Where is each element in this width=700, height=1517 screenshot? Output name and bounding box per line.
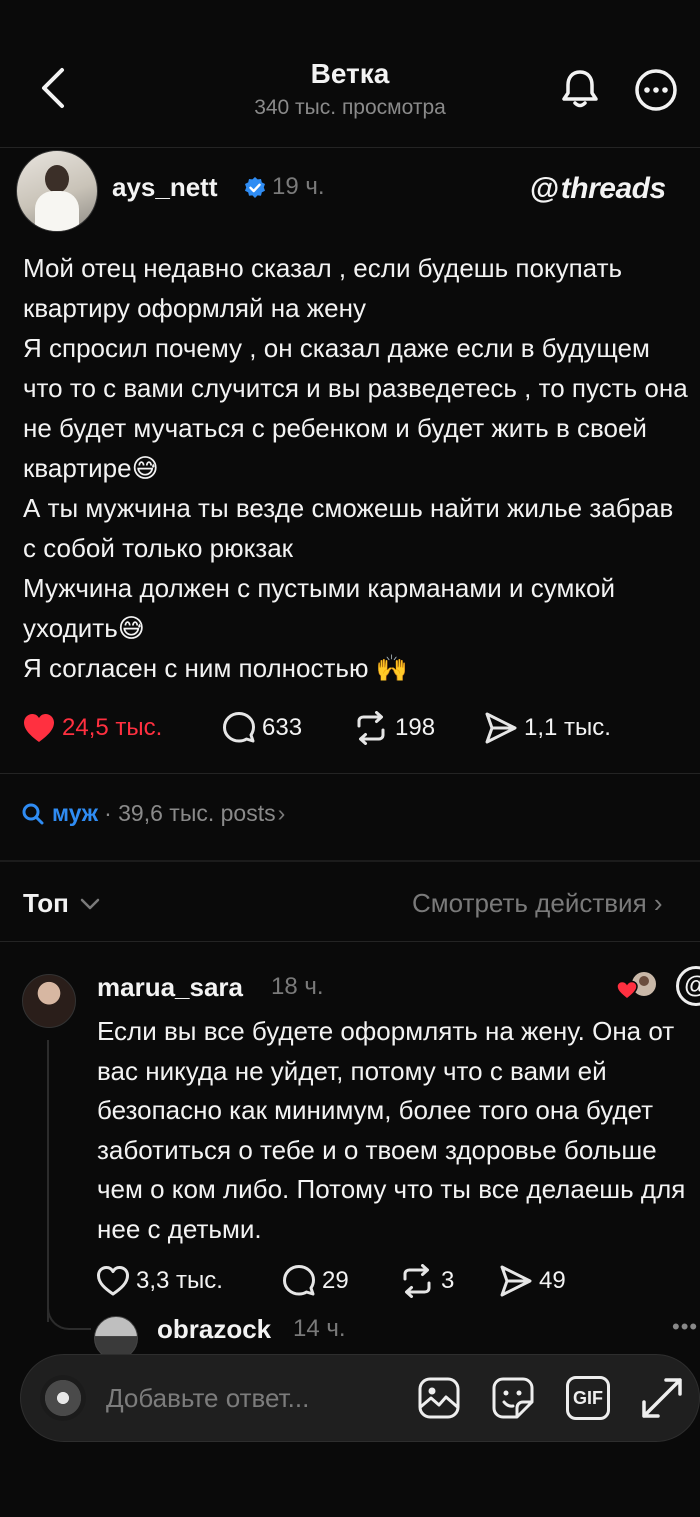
sort-label: Топ [23, 888, 69, 918]
gallery-icon[interactable] [417, 1376, 461, 1420]
like-button[interactable]: 24,5 тыс. [22, 712, 222, 744]
expand-icon[interactable] [640, 1376, 684, 1420]
comment-like-button[interactable]: 3,3 тыс. [96, 1265, 282, 1297]
thread-connector [47, 1300, 91, 1330]
topic-name: муж [52, 800, 99, 826]
sticker-icon[interactable] [491, 1376, 535, 1420]
thread-line [47, 1040, 49, 1322]
post-line: Мой отец недавно сказал , если будешь по… [23, 253, 623, 323]
header-divider [0, 147, 700, 148]
comment-text: Если вы все будете оформлять на жену. Он… [97, 1016, 686, 1244]
share-icon [500, 1265, 532, 1297]
gif-button[interactable]: GIF [566, 1376, 610, 1420]
comment-timestamp: 18 ч. [271, 973, 324, 1000]
threads-at-icon: @ [530, 172, 559, 205]
post-text: Мой отец недавно сказал , если будешь по… [23, 248, 693, 688]
post-line: А ты мужчина ты везде сможешь найти жиль… [23, 493, 674, 563]
like-count: 24,5 тыс. [62, 714, 163, 741]
post-divider [0, 773, 700, 774]
comment-reply-count: 29 [322, 1267, 349, 1294]
heart-filled-icon [24, 714, 54, 742]
comment-repost-count: 3 [441, 1267, 455, 1294]
comment-reply-button[interactable]: 29 [282, 1264, 399, 1298]
repost-icon [357, 711, 385, 745]
view-activity-link[interactable]: Смотреть действия › [412, 888, 663, 919]
topic-post-count: · 39,6 тыс. posts [104, 800, 276, 826]
comment-repost-button[interactable]: 3 [399, 1264, 499, 1298]
reply-author-username[interactable]: obrazock [157, 1314, 271, 1345]
comment-actions: 3,3 тыс. 29 3 49 [96, 1261, 566, 1301]
comment-like-count: 3,3 тыс. [136, 1267, 223, 1294]
share-button[interactable]: 1,1 тыс. [484, 711, 611, 745]
comment-count: 633 [262, 714, 303, 741]
comment-author-username[interactable]: marua_sara [97, 972, 243, 1003]
reply-timestamp: 14 ч. [293, 1315, 346, 1342]
reply-more-icon[interactable]: ••• [672, 1314, 698, 1340]
topic-tag[interactable]: муж · 39,6 тыс. posts › [22, 800, 285, 827]
current-user-avatar [40, 1375, 86, 1421]
post-actions: 24,5 тыс. 633 198 1,1 тыс. [22, 708, 611, 748]
author-liked-badge [616, 970, 658, 1002]
threads-badge-icon: @ [676, 966, 700, 1006]
search-icon [22, 803, 44, 824]
comment-share-button[interactable]: 49 [499, 1264, 566, 1298]
post-line: Я спросил почему , он сказал даже если в… [23, 333, 688, 483]
post-author-avatar[interactable] [16, 150, 98, 232]
reply-input[interactable] [106, 1380, 406, 1416]
threads-logo: @threads [530, 172, 666, 206]
verified-badge-icon [243, 176, 267, 200]
comment-button[interactable]: 633 [222, 711, 353, 745]
chevron-right-icon: › [277, 800, 286, 826]
post-timestamp: 19 ч. [272, 173, 325, 200]
repost-button[interactable]: 198 [353, 711, 484, 745]
repost-count: 198 [395, 714, 436, 741]
sort-dropdown[interactable]: Топ [23, 888, 101, 919]
post-line: Я согласен с ним полностью 🙌 [23, 653, 409, 683]
comment-author-avatar[interactable] [22, 974, 76, 1028]
comment-icon [283, 1265, 315, 1296]
share-count: 1,1 тыс. [524, 714, 611, 741]
comment-icon [223, 712, 255, 743]
heart-icon [97, 1266, 129, 1296]
share-icon [485, 712, 517, 744]
threads-brand-text: threads [560, 172, 666, 205]
bell-icon[interactable] [558, 66, 602, 110]
more-options-icon[interactable] [634, 68, 678, 112]
comment-share-count: 49 [539, 1267, 566, 1294]
chevron-down-icon [80, 898, 100, 909]
repost-icon [403, 1264, 431, 1298]
sort-divider [0, 941, 700, 942]
post-line: Мужчина должен с пустыми карманами и сум… [23, 573, 615, 643]
section-divider [0, 860, 700, 862]
post-author-username[interactable]: ays_nett [112, 172, 218, 203]
